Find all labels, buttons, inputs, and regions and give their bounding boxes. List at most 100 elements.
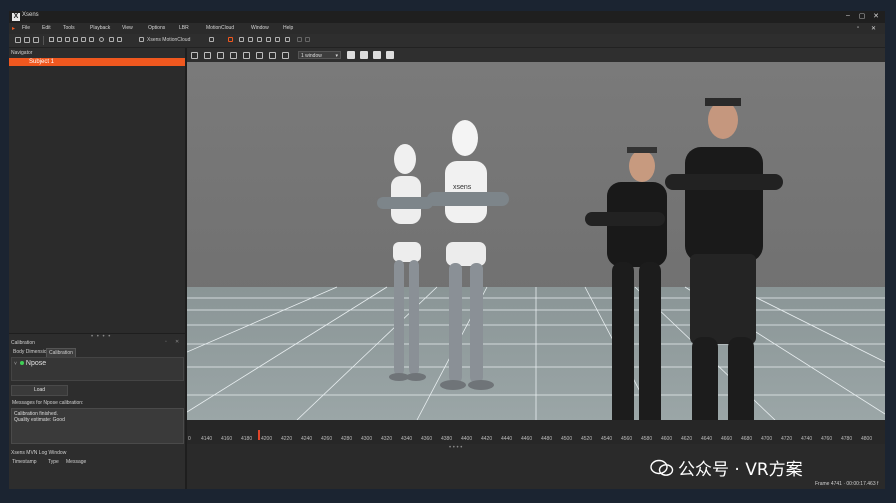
tick-label: 4760 bbox=[821, 436, 833, 442]
person-icon[interactable] bbox=[230, 52, 237, 59]
location-icon[interactable] bbox=[217, 52, 224, 59]
camera-icon[interactable] bbox=[347, 51, 355, 59]
navigator-tree[interactable] bbox=[9, 66, 185, 334]
menu-help[interactable]: Help bbox=[283, 25, 293, 31]
tick-label: 4460 bbox=[521, 436, 533, 442]
menu-view[interactable]: View bbox=[122, 25, 133, 31]
chevron-down-icon: ▾ bbox=[335, 53, 338, 59]
restore-icon[interactable]: ▫ bbox=[857, 25, 859, 31]
timeline[interactable]: 0 4140 4160 4180 4200 4220 4240 4260 428… bbox=[187, 430, 885, 444]
load-button[interactable]: Load bbox=[11, 385, 68, 396]
open-icon[interactable] bbox=[24, 37, 30, 43]
clock-icon[interactable] bbox=[360, 51, 368, 59]
target-icon[interactable] bbox=[228, 37, 233, 42]
tick-label: 4800 bbox=[861, 436, 873, 442]
wechat-icon bbox=[650, 459, 674, 476]
menu-lbr[interactable]: LBR bbox=[179, 25, 189, 31]
motioncloud-label[interactable]: Xsens MotionCloud bbox=[147, 37, 190, 43]
tick-label: 4740 bbox=[801, 436, 813, 442]
loop-icon[interactable] bbox=[89, 37, 94, 42]
tick-label: 4380 bbox=[441, 436, 453, 442]
person-woman bbox=[585, 147, 667, 420]
tick-label: 4620 bbox=[681, 436, 693, 442]
car-icon[interactable] bbox=[204, 52, 211, 59]
tick-label: 4300 bbox=[361, 436, 373, 442]
frame-icon[interactable] bbox=[373, 51, 381, 59]
subject-item[interactable]: Subject 1 bbox=[9, 58, 185, 66]
info-icon[interactable] bbox=[209, 37, 214, 42]
playhead-marker[interactable] bbox=[258, 430, 260, 440]
menu-window[interactable]: Window bbox=[251, 25, 269, 31]
menu-bar: ▸ File Edit Tools Playback View Options … bbox=[9, 23, 885, 34]
menu-motioncloud[interactable]: MotionCloud bbox=[206, 25, 234, 31]
tick-label: 4680 bbox=[741, 436, 753, 442]
menu-options[interactable]: Options bbox=[148, 25, 165, 31]
close-doc-icon[interactable]: ✕ bbox=[871, 25, 876, 32]
frame-info: Frame 4741 · 00:00:17.463 f bbox=[815, 481, 879, 487]
npose-row[interactable]: ˅ Npose bbox=[14, 360, 46, 367]
menu-tools[interactable]: Tools bbox=[63, 25, 75, 31]
skip-back-icon[interactable] bbox=[49, 37, 54, 42]
expand-icon[interactable] bbox=[285, 37, 290, 42]
close-button[interactable]: ✕ bbox=[871, 12, 881, 20]
skip-forward-icon[interactable] bbox=[81, 37, 86, 42]
bottom-splitter-grip[interactable]: • • • • bbox=[449, 445, 462, 451]
app-menu-icon[interactable]: ▸ bbox=[12, 25, 15, 32]
panel-icon[interactable] bbox=[266, 37, 271, 42]
tick-label: 4520 bbox=[581, 436, 593, 442]
window-title: Xsens bbox=[22, 12, 39, 18]
tick-label: 4720 bbox=[781, 436, 793, 442]
tick-label: 4360 bbox=[421, 436, 433, 442]
watermark-text: 公众号 · VR方案 bbox=[678, 460, 803, 480]
skeleton-icon[interactable] bbox=[256, 52, 263, 59]
tick-label: 4220 bbox=[281, 436, 293, 442]
layout-select-value: 1 window bbox=[301, 53, 322, 59]
left-panel: Navigator Subject 1 • • • • Calibration … bbox=[9, 48, 187, 489]
group-icon[interactable] bbox=[243, 52, 250, 59]
step-forward-icon[interactable] bbox=[73, 37, 78, 42]
log-col-message[interactable]: Message bbox=[66, 459, 86, 465]
sensors-icon[interactable] bbox=[269, 52, 276, 59]
export-icon[interactable] bbox=[117, 37, 122, 42]
split-icon[interactable] bbox=[257, 37, 262, 42]
window-icon[interactable] bbox=[275, 37, 280, 42]
expand-arrow-icon[interactable]: ˅ bbox=[14, 361, 17, 367]
disabled-icon bbox=[305, 37, 310, 42]
cloud-icon[interactable] bbox=[139, 37, 144, 42]
float-icon[interactable]: ▫ bbox=[165, 339, 167, 345]
tick-label: 4780 bbox=[841, 436, 853, 442]
new-file-icon[interactable] bbox=[15, 37, 21, 43]
tick-label: 4580 bbox=[641, 436, 653, 442]
menu-edit[interactable]: Edit bbox=[42, 25, 51, 31]
play-icon[interactable] bbox=[65, 37, 70, 42]
layout-icon[interactable] bbox=[239, 37, 244, 42]
link-icon[interactable] bbox=[109, 37, 114, 42]
3d-viewport[interactable]: xsens bbox=[187, 62, 885, 420]
tick-label: 4180 bbox=[241, 436, 253, 442]
tick-label: 4540 bbox=[601, 436, 613, 442]
main-toolbar: Xsens MotionCloud bbox=[9, 34, 885, 48]
minimize-button[interactable]: – bbox=[843, 12, 853, 19]
log-col-type[interactable]: Type bbox=[48, 459, 59, 465]
tick-label: 4440 bbox=[501, 436, 513, 442]
layout-select[interactable]: 1 window ▾ bbox=[298, 51, 341, 59]
move-icon[interactable] bbox=[191, 52, 198, 59]
step-back-icon[interactable] bbox=[57, 37, 62, 42]
svg-text:xsens: xsens bbox=[453, 184, 472, 191]
messages-label: Messages for Npose calibration: bbox=[12, 400, 84, 406]
grid-icon[interactable] bbox=[248, 37, 253, 42]
close-panel-icon[interactable]: ✕ bbox=[175, 339, 179, 345]
tick-label: 4280 bbox=[341, 436, 353, 442]
shield-icon[interactable] bbox=[282, 52, 289, 59]
tick-label: 4200 bbox=[261, 436, 273, 442]
save-icon[interactable] bbox=[33, 37, 39, 43]
menu-file[interactable]: File bbox=[22, 25, 30, 31]
menu-playback[interactable]: Playback bbox=[90, 25, 110, 31]
calibration-panel: Calibration ▫ ✕ Body Dimensions Calibrat… bbox=[9, 338, 185, 489]
calibration-list[interactable]: ˅ Npose bbox=[11, 357, 184, 381]
text-icon[interactable] bbox=[386, 51, 394, 59]
tick-label: 4700 bbox=[761, 436, 773, 442]
maximize-button[interactable]: ▢ bbox=[857, 12, 867, 20]
record-icon[interactable] bbox=[99, 37, 104, 42]
log-col-timestamp[interactable]: Timestamp bbox=[12, 459, 37, 465]
